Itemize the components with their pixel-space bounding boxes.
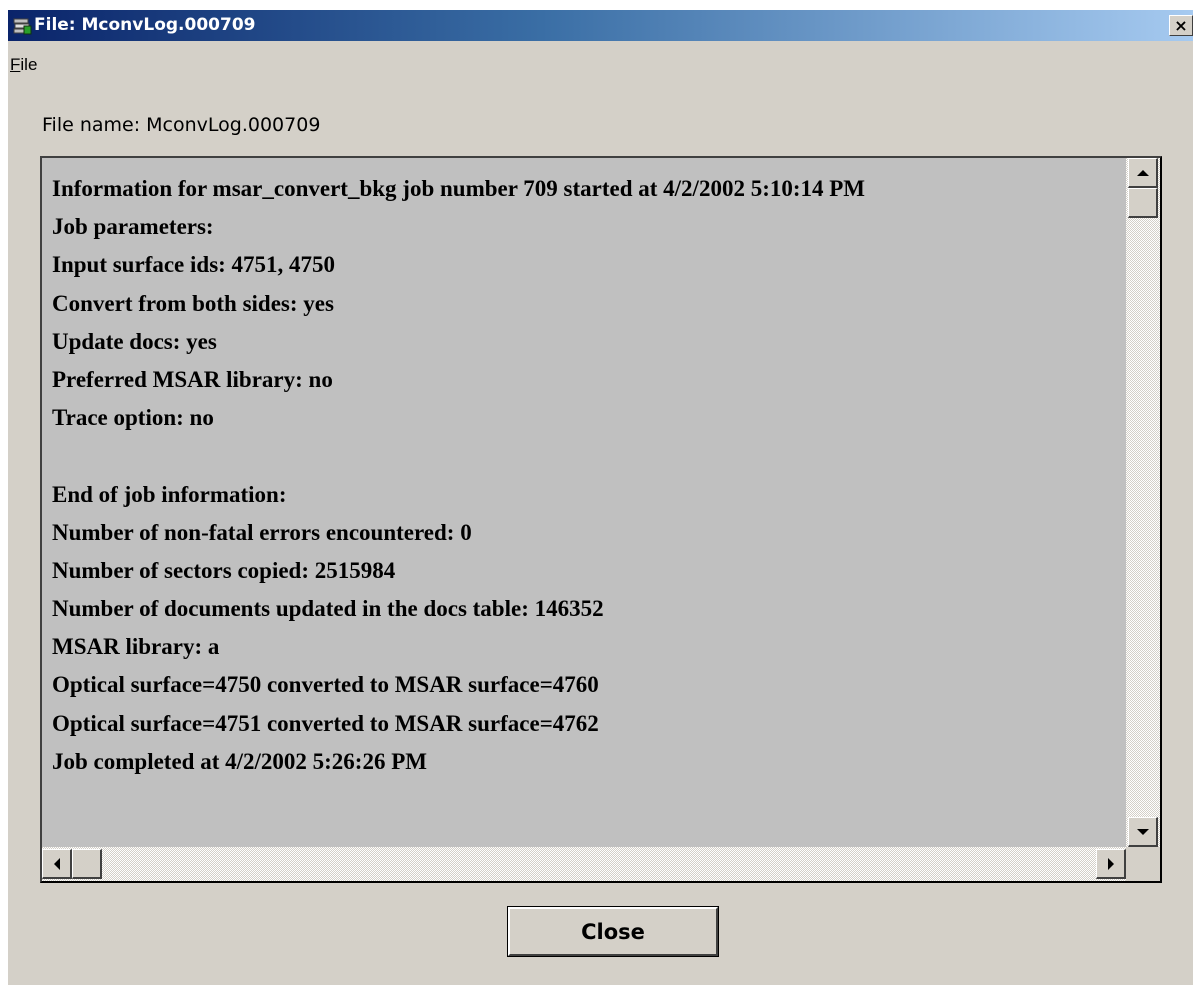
log-line: Number of non-fatal errors encountered: …: [52, 519, 472, 545]
arrow-right-icon: [1107, 857, 1114, 870]
log-line: Optical surface=4750 converted to MSAR s…: [52, 672, 599, 698]
horizontal-scrollbar[interactable]: [42, 847, 1126, 881]
app-icon: [13, 18, 32, 35]
log-line: Trace option: no: [52, 405, 214, 431]
horizontal-scroll-thumb[interactable]: [72, 849, 102, 879]
log-line: Preferred MSAR library: no: [52, 366, 333, 392]
menu-bar: File: [8, 43, 1193, 74]
log-line: End of job information:: [52, 481, 287, 507]
log-line: Job parameters:: [52, 214, 214, 240]
log-text-area[interactable]: Information for msar_convert_bkg job num…: [40, 156, 1162, 883]
log-viewer-window: File: MconvLog.000709 × File File name: …: [8, 10, 1193, 985]
scrollbar-corner: [1126, 847, 1160, 881]
log-line: Input surface ids: 4751, 4750: [52, 252, 336, 278]
window-title: File: MconvLog.000709: [34, 15, 256, 35]
log-content: Information for msar_convert_bkg job num…: [42, 158, 1126, 847]
file-name-label: File name: MconvLog.000709: [42, 114, 321, 136]
arrow-down-icon: [1136, 828, 1149, 835]
close-button[interactable]: Close: [507, 906, 719, 957]
scroll-right-button[interactable]: [1096, 849, 1126, 879]
log-line: Job completed at 4/2/2002 5:26:26 PM: [52, 748, 427, 774]
arrow-left-icon: [53, 857, 60, 870]
scroll-down-button[interactable]: [1128, 817, 1158, 847]
log-line: Number of sectors copied: 2515984: [52, 557, 396, 583]
scroll-up-button[interactable]: [1128, 158, 1158, 188]
log-line: MSAR library: a: [52, 634, 220, 660]
close-icon[interactable]: ×: [1169, 15, 1193, 36]
log-line: Optical surface=4751 converted to MSAR s…: [52, 710, 599, 736]
log-line: Information for msar_convert_bkg job num…: [52, 176, 866, 201]
scroll-left-button[interactable]: [42, 849, 72, 879]
arrow-up-icon: [1136, 169, 1149, 176]
log-line: Update docs: yes: [52, 328, 217, 354]
vertical-scroll-thumb[interactable]: [1128, 188, 1158, 218]
menu-file[interactable]: File: [10, 55, 37, 75]
log-line: Number of documents updated in the docs …: [52, 596, 604, 622]
title-bar[interactable]: File: MconvLog.000709 ×: [8, 10, 1193, 41]
vertical-scrollbar[interactable]: [1126, 158, 1160, 847]
log-line: Convert from both sides: yes: [52, 290, 334, 316]
